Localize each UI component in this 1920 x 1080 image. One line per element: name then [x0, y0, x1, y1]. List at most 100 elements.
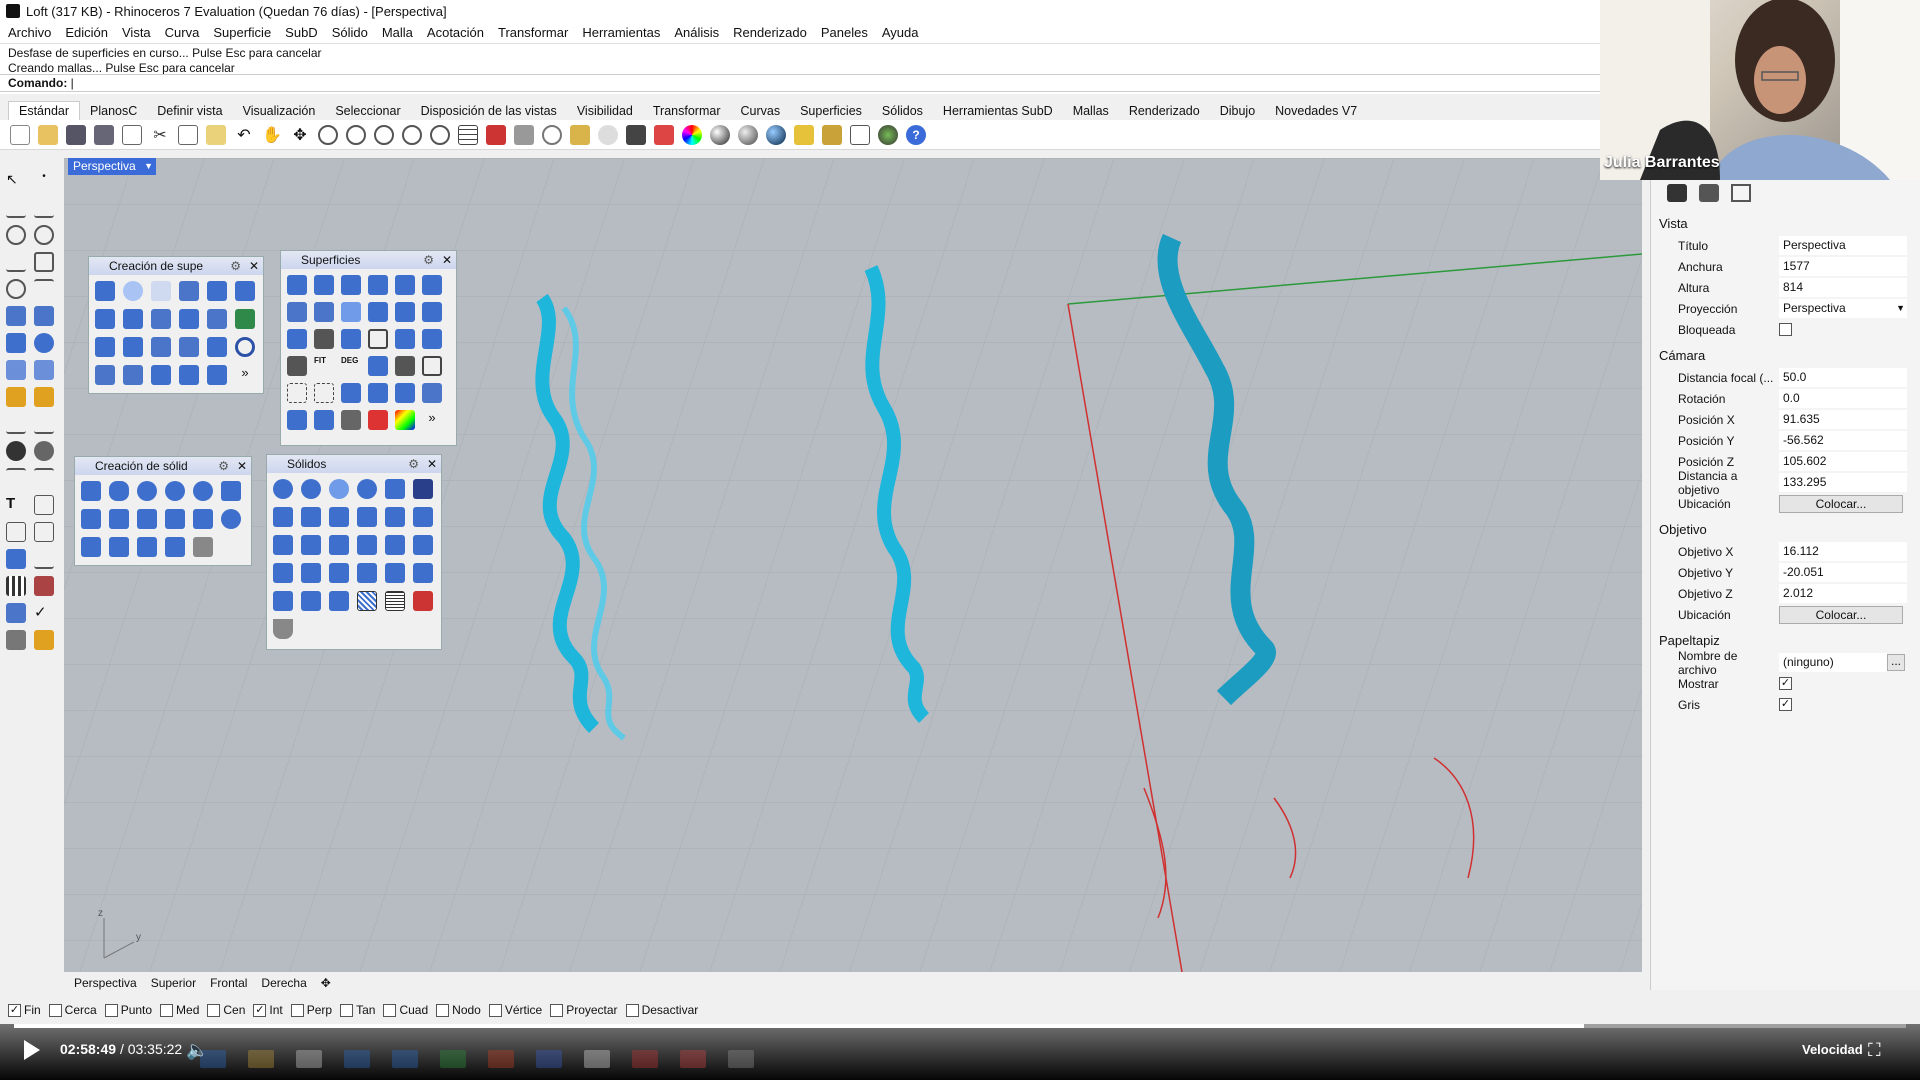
surface-edit-tool-icon[interactable]: [287, 356, 307, 376]
viewport-tab-frontal[interactable]: Frontal: [210, 976, 247, 990]
add-viewport-icon[interactable]: ✥: [321, 976, 331, 990]
menu-renderizado[interactable]: Renderizado: [733, 25, 807, 40]
osnap-perp[interactable]: Perp: [290, 1003, 332, 1017]
solid-tool-icon[interactable]: [413, 479, 433, 499]
surface-edit-tool-icon[interactable]: [368, 410, 388, 430]
tab-transformar[interactable]: Transformar: [643, 102, 731, 120]
light-bulb-icon[interactable]: [598, 124, 618, 145]
surface-edit-tool-icon[interactable]: [422, 383, 442, 403]
solid-sphere-icon[interactable]: [137, 481, 157, 501]
tab-superficies[interactable]: Superficies: [790, 102, 872, 120]
solid-tool-icon[interactable]: [273, 591, 293, 611]
flow-icon[interactable]: [6, 603, 26, 623]
menu-archivo[interactable]: Archivo: [8, 25, 51, 40]
panel-creacion-solidos[interactable]: Creación de sólid ⚙ ✕: [74, 456, 252, 566]
export-icon[interactable]: [122, 124, 142, 145]
viewport-title[interactable]: Perspectiva ▼: [68, 158, 156, 175]
surface-edit-tool-icon[interactable]: [395, 383, 415, 403]
solid-extrude-icon[interactable]: [165, 537, 185, 557]
save-icon[interactable]: [66, 124, 86, 145]
titulo-field[interactable]: Perspectiva: [1779, 236, 1907, 255]
tab-planosc[interactable]: PlanosC: [80, 102, 147, 120]
surface-tool-icon[interactable]: [179, 281, 199, 301]
surface-edit-tool-icon[interactable]: [368, 356, 388, 376]
copy-icon[interactable]: [178, 124, 198, 145]
surface-edit-tool-icon[interactable]: [395, 329, 415, 349]
zebra-analysis-icon[interactable]: [395, 410, 415, 430]
osnap-tan[interactable]: Tan: [340, 1003, 375, 1017]
solid-text-icon[interactable]: [193, 537, 213, 557]
trim-icon[interactable]: [6, 414, 26, 434]
viewport-properties-icon[interactable]: [1731, 184, 1751, 202]
select-arrow-icon[interactable]: ↖: [6, 171, 26, 191]
menu-superficie[interactable]: Superficie: [213, 25, 271, 40]
proyeccion-select[interactable]: Perspectiva ▼: [1779, 299, 1907, 318]
shaded-sphere-icon[interactable]: [710, 124, 730, 145]
join-icon[interactable]: [34, 387, 54, 407]
zoom-extents-icon[interactable]: [374, 124, 394, 145]
archivo-field[interactable]: (ninguno): [1779, 653, 1887, 672]
posz-field[interactable]: 105.602: [1779, 452, 1907, 471]
plane-icon[interactable]: [514, 124, 534, 145]
solid-tool-icon[interactable]: [413, 591, 433, 611]
play-icon[interactable]: [24, 1040, 40, 1060]
surface-tool-icon[interactable]: [123, 281, 143, 301]
tab-visibilidad[interactable]: Visibilidad: [567, 102, 643, 120]
rotacion-field[interactable]: 0.0: [1779, 389, 1907, 408]
menu-herramientas[interactable]: Herramientas: [582, 25, 660, 40]
close-icon[interactable]: ✕: [427, 455, 437, 473]
surface-edit-tool-icon[interactable]: [368, 383, 388, 403]
points-icon[interactable]: [570, 124, 590, 145]
array-icon[interactable]: [6, 576, 26, 596]
undo-icon[interactable]: ↶: [234, 125, 254, 145]
tab-renderizado[interactable]: Renderizado: [1119, 102, 1210, 120]
objx-field[interactable]: 16.112: [1779, 542, 1907, 561]
layers-icon[interactable]: [654, 124, 674, 145]
surface-edit-tool-icon[interactable]: [341, 410, 361, 430]
surface-tool-icon[interactable]: [235, 337, 255, 357]
osnap-cuad[interactable]: Cuad: [383, 1003, 428, 1017]
surface-edit-tool-icon[interactable]: [368, 302, 388, 322]
osnap-punto[interactable]: Punto: [104, 1003, 152, 1017]
osnap-cerca[interactable]: Cerca: [48, 1003, 97, 1017]
menu-subd[interactable]: SubD: [285, 25, 318, 40]
surface-edit-tool-icon[interactable]: [341, 302, 361, 322]
surface-edit-tool-icon[interactable]: [422, 275, 442, 295]
surface-edit-tool-icon[interactable]: [314, 383, 334, 403]
zoom-window-icon[interactable]: [346, 124, 366, 145]
solid-truncated-cone-icon[interactable]: [109, 509, 129, 529]
solid-tool-icon[interactable]: [329, 507, 349, 527]
menu-solido[interactable]: Sólido: [332, 25, 368, 40]
check-icon[interactable]: ✓: [34, 603, 54, 623]
gear-icon[interactable]: ⚙: [218, 457, 229, 475]
solid-cup-icon[interactable]: [273, 619, 293, 639]
surface-tool-icon[interactable]: [207, 281, 227, 301]
camera-icon[interactable]: [1667, 184, 1687, 202]
osnap-int[interactable]: ✓ Int: [253, 1003, 283, 1017]
solid-tool-icon[interactable]: [329, 535, 349, 555]
rectangle-icon[interactable]: [34, 252, 54, 272]
menu-malla[interactable]: Malla: [382, 25, 413, 40]
menu-transformar[interactable]: Transformar: [498, 25, 568, 40]
block-icon[interactable]: [6, 549, 26, 569]
surface-tool-icon[interactable]: [179, 337, 199, 357]
surface-tool-icon[interactable]: [95, 309, 115, 329]
analyze-icon[interactable]: [34, 576, 54, 596]
explode-icon[interactable]: [6, 387, 26, 407]
solid-torus-icon[interactable]: [221, 509, 241, 529]
gear-icon[interactable]: ⚙: [408, 455, 419, 473]
solid-ellipsoid-icon[interactable]: [193, 481, 213, 501]
menu-vista[interactable]: Vista: [122, 25, 151, 40]
solid-tool-icon[interactable]: [385, 535, 405, 555]
surface-tool-icon[interactable]: [151, 365, 171, 385]
rendered-sphere-icon[interactable]: [738, 124, 758, 145]
tab-estandar[interactable]: Estándar: [8, 101, 81, 120]
surface-edit-tool-icon[interactable]: [422, 329, 442, 349]
solid-sphere-icon[interactable]: [165, 481, 185, 501]
surface-tool-icon[interactable]: [151, 309, 171, 329]
paste-icon[interactable]: [206, 124, 226, 145]
viewport-tab-perspectiva[interactable]: Perspectiva: [74, 976, 137, 990]
surface-icon[interactable]: [6, 306, 26, 326]
surface-tool-icon[interactable]: [123, 365, 143, 385]
gear-icon[interactable]: ⚙: [423, 251, 434, 269]
